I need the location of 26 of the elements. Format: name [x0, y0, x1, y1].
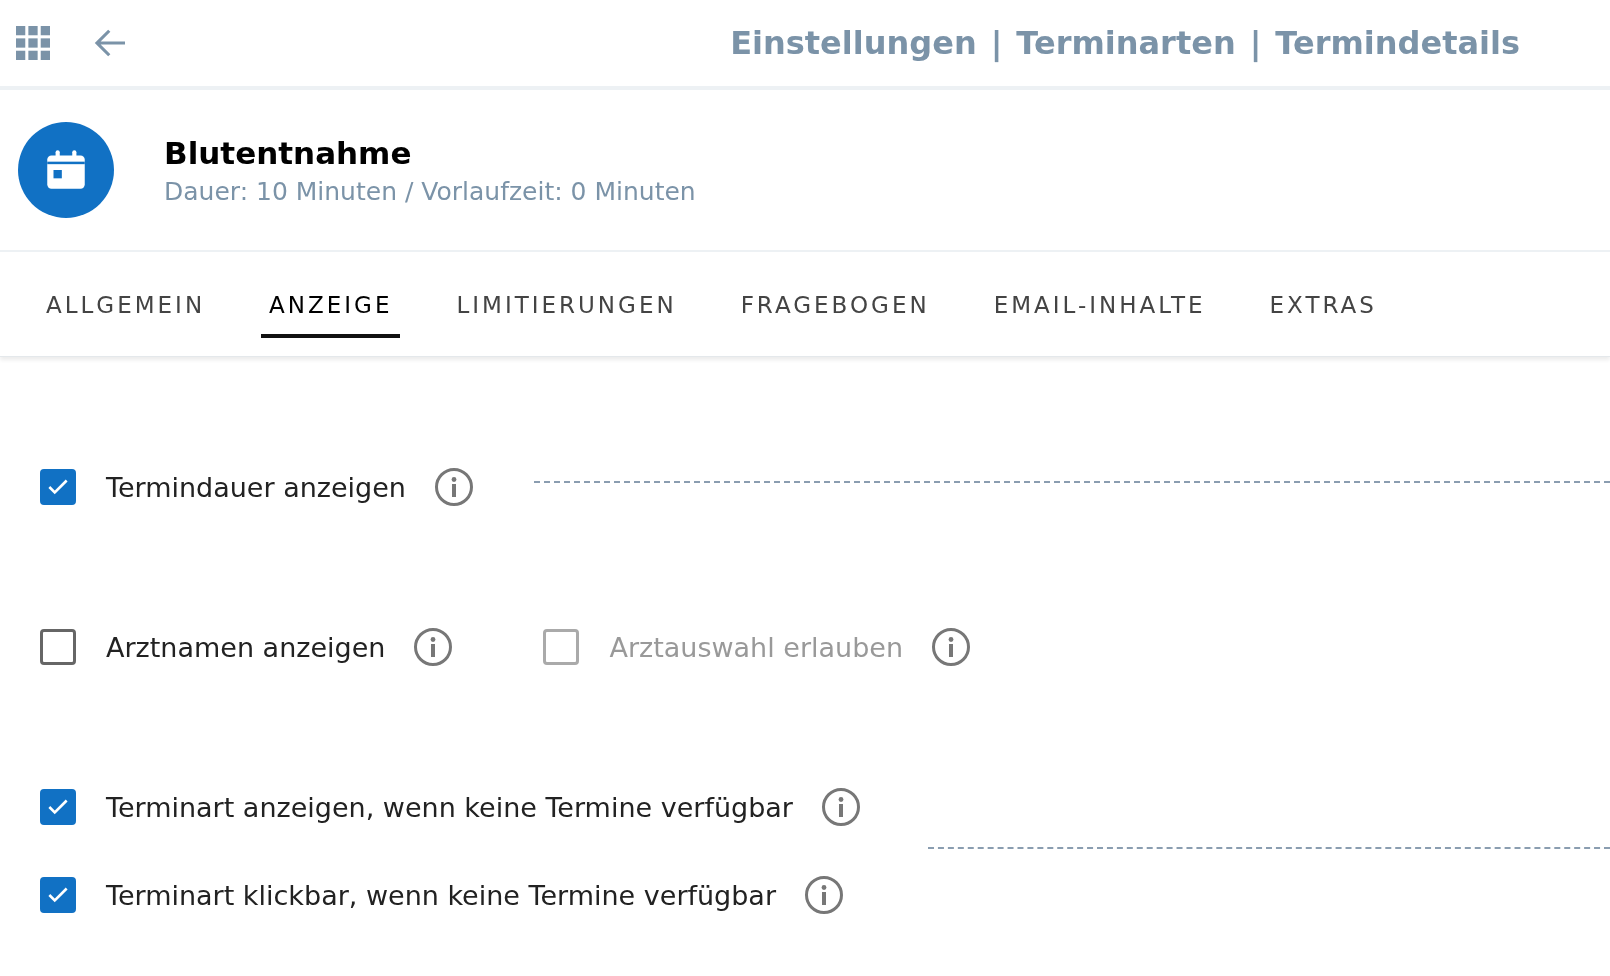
checkbox-label: Terminart klickbar, wenn keine Termine verfügbar [106, 879, 777, 911]
tab[interactable]: EMAIL-INHALTE [985, 270, 1214, 338]
breadcrumb-separator: | [1249, 24, 1262, 62]
info-icon[interactable] [433, 467, 474, 507]
info-icon[interactable] [413, 627, 454, 667]
info-icon[interactable] [804, 875, 845, 915]
tab[interactable]: ALLGEMEIN [38, 270, 214, 338]
checkbox-label: Arztnamen anzeigen [106, 631, 386, 663]
appointment-subtitle: Dauer: 10 Minuten / Vorlaufzeit: 0 Minuten [164, 176, 696, 206]
info-icon[interactable] [931, 627, 972, 667]
breadcrumb-item: Termindetails [1275, 24, 1520, 62]
apps-grid-icon[interactable] [16, 26, 50, 60]
checkbox[interactable] [40, 629, 76, 665]
tab[interactable]: EXTRAS [1261, 270, 1385, 338]
tab[interactable]: FRAGEBOGEN [732, 270, 938, 338]
checkbox-label: Termindauer anzeigen [106, 471, 406, 503]
checkbox[interactable] [40, 877, 76, 913]
checkbox[interactable] [40, 469, 76, 505]
breadcrumb-separator: | [990, 24, 1003, 62]
tab[interactable]: LIMITIERUNGEN [448, 270, 685, 338]
appointment-title: Blutentnahme [164, 134, 413, 171]
checkbox-label: Arztauswahl erlauben [609, 631, 904, 663]
tab[interactable]: ANZEIGE [261, 270, 401, 338]
info-icon[interactable] [820, 787, 861, 827]
checkbox[interactable] [40, 789, 76, 825]
checkbox-label: Terminart anzeigen, wenn keine Termine verfügbar [106, 791, 793, 823]
